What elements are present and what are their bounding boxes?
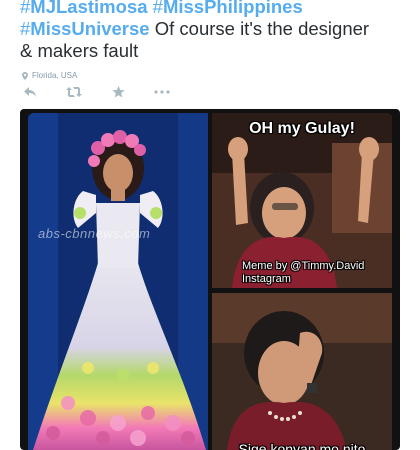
tweet-media-collage[interactable]: abs-cbnnews.com OH my Gulay! Meme by @Ti… [20,109,400,450]
reply-icon[interactable] [20,85,40,99]
meme-bottom-image [212,293,392,450]
favorite-icon[interactable] [108,85,128,99]
tweet-body-part1: Of course it's the designer [149,18,370,39]
photo-watermark: abs-cbnnews.com [38,226,151,241]
tweet-text: #MJLastimosa #MissPhilippines #MissUnive… [20,0,412,62]
meme-credit-line2: Instagram [242,273,291,285]
retweet-icon[interactable] [64,85,84,99]
gown-illustration [28,113,208,450]
meme-panel-bottom[interactable]: Sige konyan mo nito [212,293,392,450]
meme-panel-top[interactable]: OH my Gulay! Meme by @Timmy.David Instag… [212,113,392,288]
location-label: Florida, USA [32,71,78,80]
meme-caption-top: OH my Gulay! [249,120,355,137]
meme-credit-line1: Meme by @Timmy.David [242,260,365,272]
tweet-body-part2: & makers fault [20,40,139,61]
hashtag-mjlastimosa[interactable]: #MJLastimosa [20,0,148,17]
tweet-location[interactable]: Florida, USA [22,71,77,80]
meme-caption-bottom: Sige konyan mo nito [238,441,366,450]
hashtag-missphilippines[interactable]: #MissPhilippines [153,0,303,17]
photo-gown[interactable]: abs-cbnnews.com [28,113,208,450]
more-icon[interactable] [152,85,172,99]
hashtag-missuniverse[interactable]: #MissUniverse [20,18,150,39]
tweet-actions [20,85,172,99]
location-pin-icon [22,71,28,80]
